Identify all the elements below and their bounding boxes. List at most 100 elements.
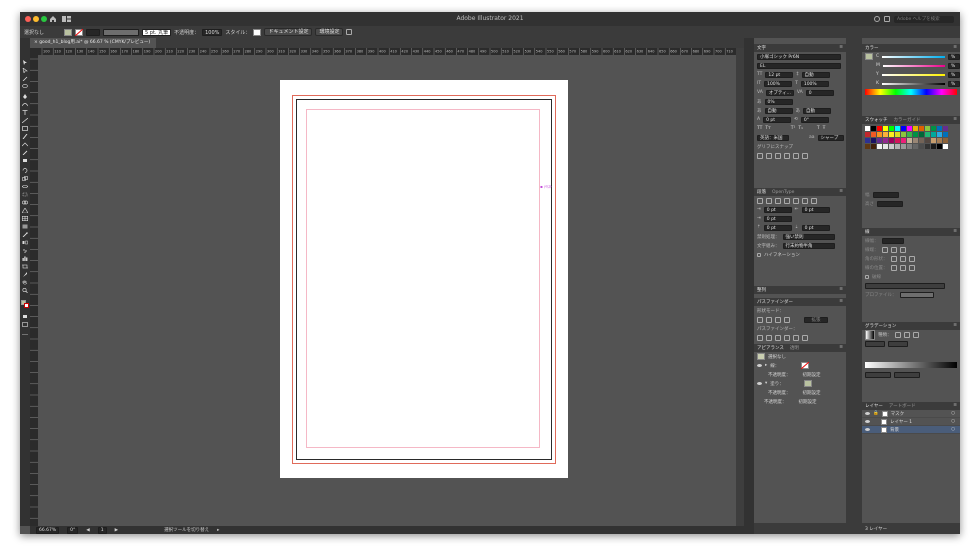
- swatch[interactable]: [925, 132, 930, 137]
- panel-menu-icon[interactable]: ≡: [953, 403, 957, 408]
- swatch[interactable]: [907, 126, 912, 131]
- text-frame-label[interactable]: ▪ ﾃｷｽﾄ: [540, 184, 552, 190]
- swatch[interactable]: [943, 138, 948, 143]
- align-tab[interactable]: 整列: [757, 287, 766, 293]
- aki-right-field[interactable]: 自動: [803, 107, 831, 114]
- disclosure-arrow-icon[interactable]: ▸: [765, 363, 767, 368]
- trim-icon[interactable]: [766, 334, 772, 341]
- profile-dropdown[interactable]: [899, 291, 934, 298]
- line-segment-tool-icon[interactable]: [22, 118, 28, 123]
- artboard[interactable]: ▪ ﾃｷｽﾄ: [280, 80, 568, 478]
- panel-menu-icon[interactable]: ≡: [953, 229, 957, 234]
- first-line-indent-field[interactable]: 0 pt: [763, 215, 792, 222]
- snap-anchor-icon[interactable]: [802, 152, 808, 159]
- screen-mode-icon[interactable]: [22, 322, 28, 327]
- swatch[interactable]: [901, 144, 906, 149]
- swatch[interactable]: [913, 132, 918, 137]
- hand-tool-icon[interactable]: [22, 280, 28, 285]
- status-menu-arrow[interactable]: ▸: [217, 528, 219, 533]
- swatch[interactable]: [907, 132, 912, 137]
- butt-cap-icon[interactable]: [881, 246, 888, 253]
- panel-menu-icon[interactable]: ≡: [839, 287, 843, 292]
- superscript-icon[interactable]: T¹: [791, 126, 796, 131]
- object-opacity-value[interactable]: 初期設定: [799, 399, 817, 405]
- fill-swatch[interactable]: [64, 28, 73, 36]
- panel-menu-icon[interactable]: ≡: [839, 189, 843, 194]
- swatch[interactable]: [895, 132, 900, 137]
- swatch[interactable]: [943, 126, 948, 131]
- swatch[interactable]: [895, 144, 900, 149]
- black-field[interactable]: %: [948, 80, 960, 87]
- swatch[interactable]: [943, 144, 948, 149]
- expand-button[interactable]: 拡張: [804, 316, 828, 323]
- swatch[interactable]: [907, 144, 912, 149]
- swatch[interactable]: [943, 132, 948, 137]
- visibility-eye-icon[interactable]: [757, 364, 762, 367]
- swatch[interactable]: [883, 138, 888, 143]
- swatch[interactable]: [931, 126, 936, 131]
- appearance-tab[interactable]: アピアランス: [757, 345, 784, 351]
- snap-angular-icon[interactable]: [793, 152, 799, 159]
- cyan-field[interactable]: %: [948, 53, 960, 60]
- yellow-field[interactable]: %: [948, 71, 960, 78]
- all-caps-icon[interactable]: TT: [757, 126, 762, 131]
- swatch[interactable]: [901, 138, 906, 143]
- language-dropdown[interactable]: 英語：米国: [757, 134, 789, 141]
- layer-name[interactable]: 背景: [890, 427, 899, 433]
- snap-xheight-icon[interactable]: [766, 152, 772, 159]
- perspective-grid-tool-icon[interactable]: [22, 208, 28, 213]
- stroke-opacity-value[interactable]: 初期設定: [803, 372, 821, 378]
- horizontal-ruler[interactable]: 100 110 120 130 140 150 160 170 180 190 200 210 220 2…: [38, 48, 736, 55]
- swatch[interactable]: [931, 144, 936, 149]
- snap-glyph-bounds-icon[interactable]: [775, 152, 781, 159]
- swatch[interactable]: [901, 126, 906, 131]
- free-transform-tool-icon[interactable]: [22, 192, 28, 197]
- artboard-nav-prev[interactable]: ◀: [86, 528, 89, 533]
- artboard-nav-next[interactable]: ▶: [115, 528, 118, 533]
- character-rotation-field[interactable]: 0°: [800, 116, 829, 123]
- indent-left-field[interactable]: 0 pt: [763, 206, 792, 213]
- column-graph-tool-icon[interactable]: [22, 256, 28, 261]
- stroke-attr-swatch[interactable]: [801, 362, 810, 369]
- rectangle-tool-icon[interactable]: [22, 126, 28, 131]
- rotate-tool-icon[interactable]: [22, 168, 28, 173]
- layer-row[interactable]: 🔒 マスク ○: [862, 410, 960, 418]
- round-cap-icon[interactable]: [890, 246, 897, 253]
- magenta-slider[interactable]: [882, 64, 945, 67]
- scale-tool-icon[interactable]: [22, 176, 28, 181]
- gradient-tool-icon[interactable]: [22, 224, 28, 229]
- baseline-shift-field[interactable]: 0 pt: [763, 116, 792, 123]
- fill-attr-swatch[interactable]: [803, 380, 812, 387]
- swatch[interactable]: [877, 126, 882, 131]
- swatch[interactable]: [937, 144, 942, 149]
- artboard-tool-icon[interactable]: [22, 264, 28, 269]
- kerning-field[interactable]: オプティ...: [765, 89, 794, 96]
- swatch[interactable]: [919, 126, 924, 131]
- swatch[interactable]: [937, 138, 942, 143]
- gradient-opacity-field[interactable]: [865, 371, 891, 378]
- color-spectrum-bar[interactable]: [865, 89, 957, 95]
- panel-menu-icon[interactable]: ≡: [839, 345, 843, 350]
- help-search-input[interactable]: Adobe ヘルプを検索: [894, 15, 954, 23]
- lasso-tool-icon[interactable]: [22, 84, 28, 89]
- space-before-field[interactable]: 0 pt: [763, 224, 792, 231]
- layers-tab[interactable]: レイヤー: [865, 403, 883, 409]
- arrange-documents-icon[interactable]: [884, 16, 890, 22]
- exclude-icon[interactable]: [784, 316, 790, 323]
- stroke-weight-field[interactable]: [881, 237, 904, 244]
- leading-field[interactable]: 自動: [801, 71, 830, 78]
- outline-icon[interactable]: [793, 334, 799, 341]
- unite-icon[interactable]: [757, 316, 763, 323]
- visibility-eye-icon[interactable]: [757, 382, 762, 385]
- color-guide-tab[interactable]: カラーガイド: [894, 117, 921, 123]
- opentype-tab[interactable]: OpenType: [772, 190, 794, 195]
- edit-toolbar-icon[interactable]: [22, 332, 28, 337]
- dash-gap-fields[interactable]: [865, 282, 945, 289]
- layer-name[interactable]: マスク: [891, 411, 905, 417]
- swatch[interactable]: [889, 144, 894, 149]
- shape-builder-tool-icon[interactable]: [22, 200, 28, 205]
- preferences-button[interactable]: 環境設定: [315, 28, 344, 36]
- document-setup-button[interactable]: ドキュメント設定: [264, 28, 313, 36]
- document-tab[interactable]: × good_h1_blog用.ai* @ 66.67 % (CMYK/プレビュ…: [30, 38, 157, 48]
- divide-icon[interactable]: [757, 334, 763, 341]
